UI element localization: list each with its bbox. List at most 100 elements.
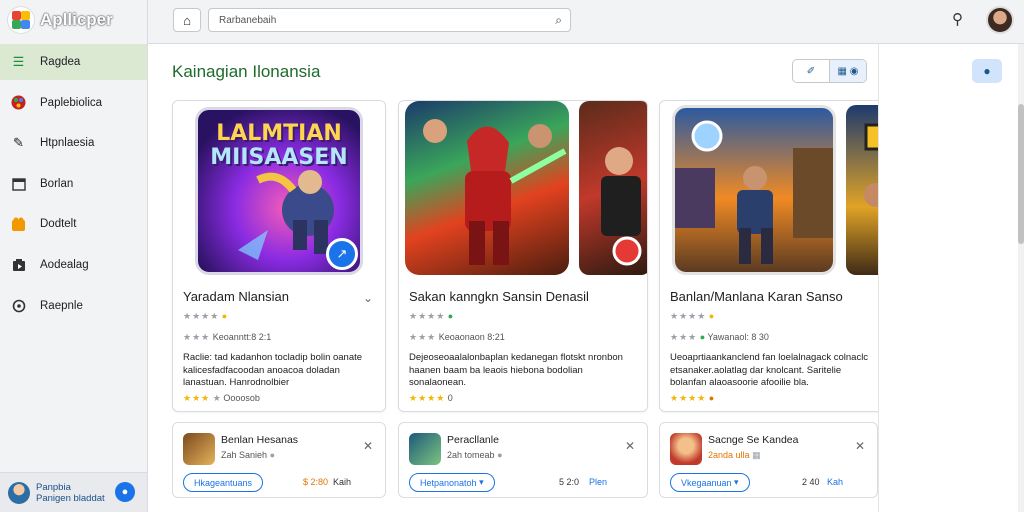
scrollbar[interactable] <box>1018 44 1024 512</box>
account-name: Panpbia <box>36 481 71 493</box>
sidebar-item-ragdea[interactable]: ☰ Ragdea <box>0 44 147 80</box>
app-price-value: 2 40 <box>802 477 820 487</box>
app-list-item[interactable]: Benlan Hesanas Zah Sanieh ● ✕ Hkageantua… <box>172 422 386 498</box>
app-subtitle-text: Zah Sanieh <box>221 450 268 460</box>
app-name: Apllicper <box>40 10 113 29</box>
card-footer-text: Oooosob <box>223 393 260 403</box>
sidebar-item-label: Dodtelt <box>40 218 77 231</box>
share-icon[interactable]: ↗ <box>326 238 358 270</box>
rating-text: Keoanntt:8 2:1 <box>212 332 272 342</box>
app-list-item[interactable]: Sacnge Se Kandea 2anda ulla ▦ ✕ Vkegaanu… <box>659 422 878 498</box>
feature-card[interactable]: LALMTIAN MIISAASEN ↗ Yaradam Nlansian ⌄ … <box>172 100 386 412</box>
pin-icon[interactable]: ✕ <box>625 439 635 453</box>
app-artwork <box>579 101 647 275</box>
puzzle-icon <box>11 217 26 232</box>
card-footer: ★★★★ ● <box>670 393 715 403</box>
app-subtitle: 2ah tomeab ● <box>447 450 503 460</box>
sidebar-item-htpnlaesia[interactable]: ✎ Htpnlaesia <box>0 125 147 161</box>
card-title: Yaradam Nlansian <box>183 289 289 304</box>
art-title: LALMTIAN MIISAASEN <box>198 122 360 170</box>
right-panel: ● <box>878 44 1024 512</box>
search-box: ⌕ <box>208 8 571 32</box>
install-button[interactable]: Vkegaanuan ▾ <box>670 473 750 492</box>
card-title: Banlan/Manlana Karan Sanso <box>670 289 843 304</box>
grid-view-icon[interactable]: ▦ ◉ <box>829 60 866 82</box>
sidebar-item-label: Paplebiolica <box>40 96 103 109</box>
add-icon[interactable]: ● <box>972 59 1002 83</box>
card-footer: ★★★ ★ Oooosob <box>183 393 260 403</box>
app-list-item[interactable]: Peracllanle 2ah tomeab ● ✕ Hetpanonatoh … <box>398 422 648 498</box>
sidebar-item-label: Htpnlaesia <box>40 137 95 150</box>
app-thumbnail <box>409 433 441 465</box>
sidebar-item-aodealag[interactable]: Aodealag <box>0 247 147 283</box>
feature-card[interactable]: Banlan/Manlana Karan Sanso ★★★★ ● ★★★ ● … <box>659 100 899 412</box>
app-thumbnail <box>670 433 702 465</box>
search-input[interactable] <box>219 13 539 28</box>
main-content: Kainagian Ilonansia ✐ ▦ ◉ LALMTIAN MIISA… <box>148 44 899 512</box>
rating-line: ★★★ Keoaonaon 8:21 <box>409 332 505 342</box>
avatar[interactable] <box>986 6 1014 34</box>
app-logo[interactable]: Apllicper <box>8 7 113 33</box>
install-button[interactable]: Hetpanonatoh ▾ <box>409 473 495 492</box>
menu-icon: ☰ <box>12 54 25 69</box>
chevron-down-icon[interactable]: ⌄ <box>363 291 373 305</box>
rating-stars: ★★★★ ● <box>183 311 228 321</box>
app-price-value: 5 2:0 <box>559 477 580 487</box>
app-window: Apllicper ☰ Ragdea Paplebiolica ✎ Htpnla… <box>0 0 1024 512</box>
app-price: $ 2:80 Kaih <box>303 477 351 487</box>
rating-text: Keoaonaon 8:21 <box>438 332 505 342</box>
sidebar-item-raepnle[interactable]: Raepnle <box>0 288 147 324</box>
install-button-label: Hetpanonatoh <box>420 477 477 488</box>
sidebar-item-label: Borlan <box>40 177 74 190</box>
sidebar-item-label: Ragdea <box>40 56 81 68</box>
edit-icon[interactable]: ✐ <box>793 60 829 82</box>
app-artwork <box>672 105 836 275</box>
settings-icon <box>11 298 26 313</box>
sidebar-item-label: Raepnle <box>40 299 83 312</box>
hero-illustration <box>601 147 642 266</box>
sidebar-item-borlan[interactable]: Borlan <box>0 166 147 202</box>
rating-line: ★★★ ● Yawanaol: 8 30 <box>670 332 769 342</box>
rating-stars: ★★★★ ● <box>670 311 715 321</box>
sidebar-item-paplebiolica[interactable]: Paplebiolica <box>0 85 147 121</box>
palette-icon <box>11 95 26 110</box>
app-title: Benlan Hesanas <box>221 434 299 446</box>
account-footer[interactable]: Panpbia Panigen bladdat ● <box>0 472 147 512</box>
app-price-value: $ 2:80 <box>303 477 329 487</box>
install-button[interactable]: Hkageantuans <box>183 473 264 492</box>
sidebar: Apllicper ☰ Ragdea Paplebiolica ✎ Htpnla… <box>0 0 148 512</box>
card-description: Raclie: tad kadanhon tocladip bolin oana… <box>183 352 363 388</box>
app-artwork: LALMTIAN MIISAASEN ↗ <box>195 107 363 275</box>
account-info: Panpbia Panigen bladdat <box>36 482 105 504</box>
app-subtitle: 2anda ulla ▦ <box>708 450 761 460</box>
pin-icon[interactable]: ✕ <box>855 439 865 453</box>
avatar <box>8 481 30 504</box>
pin-icon[interactable]: ✕ <box>363 439 373 453</box>
account-subtitle: Panigen bladdat <box>36 492 105 504</box>
card-description: Ueoaprtiaankanclend fan loelalnagack col… <box>670 352 869 388</box>
app-meta: Kaih <box>333 477 352 487</box>
app-meta: Plen <box>589 477 608 487</box>
app-subtitle-text: 2anda ulla <box>708 450 750 460</box>
sidebar-item-dodtelt[interactable]: Dodtelt <box>0 206 147 242</box>
app-title: Sacnge Se Kandea <box>708 434 799 446</box>
scrollbar-thumb[interactable] <box>1018 104 1024 244</box>
hero-illustration <box>423 119 567 265</box>
calendar-icon <box>11 176 26 191</box>
top-bar: ⌂ ⌕ ⚲ <box>148 0 1024 44</box>
art-title-line2: MIISAASEN <box>210 145 348 170</box>
home-button[interactable]: ⌂ <box>173 8 201 32</box>
search-icon[interactable]: ⚲ <box>952 10 963 28</box>
app-price: 2 40 Kah <box>802 477 843 487</box>
search-icon[interactable]: ⌕ <box>555 13 562 28</box>
view-toggle: ✐ ▦ ◉ <box>792 59 867 83</box>
hero-illustration <box>675 120 833 264</box>
accessibility-icon[interactable]: ● <box>115 482 135 502</box>
sidebar-nav: ☰ Ragdea Paplebiolica ✎ Htpnlaesia Borla… <box>0 44 147 328</box>
home-icon: ⌂ <box>183 12 191 28</box>
app-artwork <box>405 101 569 275</box>
card-footer: ★★★★ 0 <box>409 393 453 403</box>
app-meta: Kah <box>827 477 844 487</box>
app-subtitle: Zah Sanieh ● <box>221 450 275 460</box>
feature-card[interactable]: Sakan kanngkn Sansin Denasil ★★★★ ● ★★★ … <box>398 100 648 412</box>
